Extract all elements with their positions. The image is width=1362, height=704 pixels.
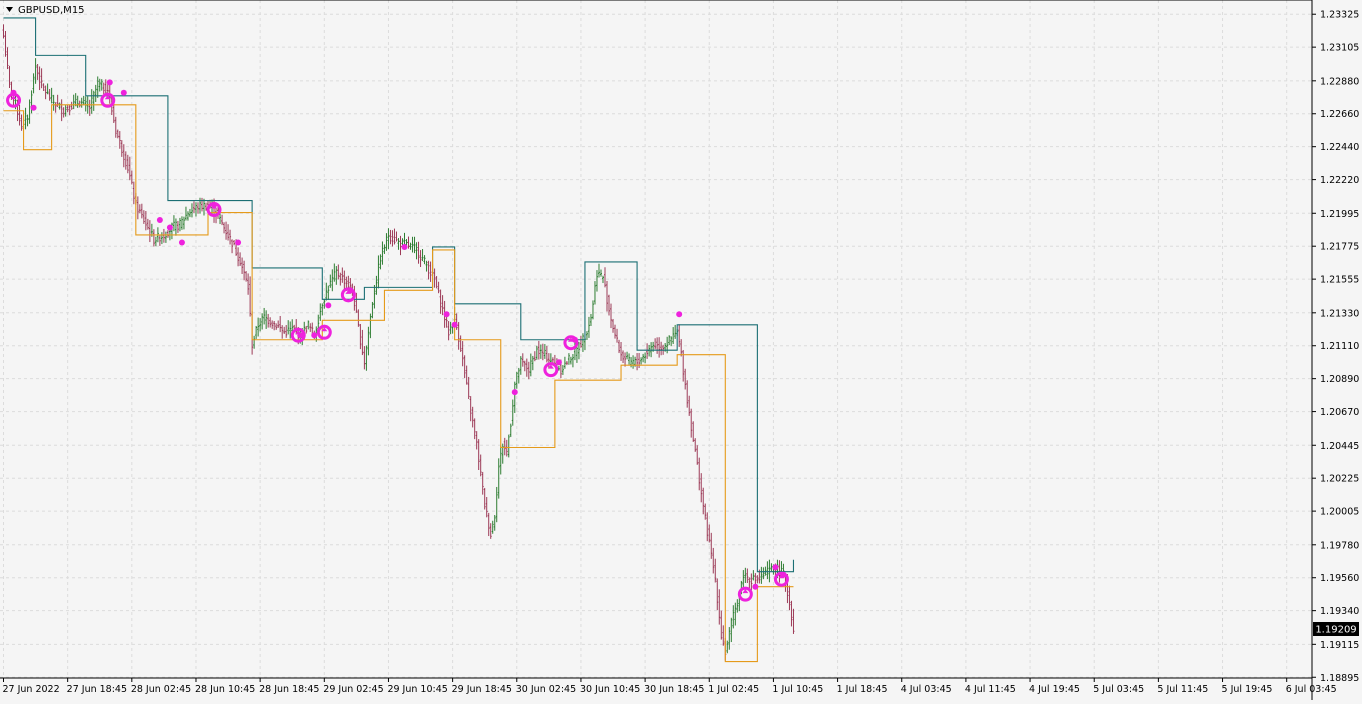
time-tick-label: 28 Jun 10:45 (195, 684, 255, 695)
time-tick-label: 1 Jul 10:45 (772, 684, 823, 695)
time-tick-label: 28 Jun 18:45 (259, 684, 319, 695)
time-tick-label: 29 Jun 02:45 (323, 684, 383, 695)
signal-dot (752, 583, 759, 590)
symbol-label: GBPUSD,M15 (18, 5, 85, 16)
time-tick-label: 5 Jul 11:45 (1157, 684, 1208, 695)
price-tick-label: 1.21110 (1320, 341, 1359, 352)
signal-dot (166, 224, 173, 231)
price-tick-label: 1.20005 (1320, 507, 1359, 518)
price-tick-label: 1.20445 (1320, 441, 1359, 452)
signal-dot (325, 302, 332, 309)
price-tick-label: 1.22880 (1320, 76, 1359, 87)
time-tick-label: 27 Jun 2022 (3, 684, 60, 695)
time-tick-label: 5 Jul 03:45 (1093, 684, 1144, 695)
price-tick-label: 1.22440 (1320, 142, 1359, 153)
signal-dot (178, 239, 185, 246)
price-tick-label: 1.21995 (1320, 209, 1359, 220)
time-tick-label: 28 Jun 02:45 (131, 684, 191, 695)
signal-dot (772, 564, 779, 571)
price-tick-label: 1.19560 (1320, 573, 1359, 584)
time-tick-label: 6 Jul 03:45 (1286, 684, 1337, 695)
price-tick-label: 1.22660 (1320, 109, 1359, 120)
signal-dot (120, 89, 127, 96)
time-tick-label: 30 Jun 18:45 (644, 684, 704, 695)
price-tick-label: 1.20890 (1320, 374, 1359, 385)
time-tick-label: 4 Jul 03:45 (901, 684, 952, 695)
chart-area[interactable]: 1.23325 1.23105 1.22880 1.22660 1.22440 1.222… (0, 0, 1362, 700)
price-tick-label: 1.20670 (1320, 407, 1359, 418)
time-tick-label: 29 Jun 18:45 (452, 684, 512, 695)
signal-dot (451, 321, 458, 328)
signal-dot (156, 217, 163, 224)
price-tick-label: 1.21330 (1320, 308, 1359, 319)
time-tick-label: 27 Jun 18:45 (67, 684, 127, 695)
price-axis: 1.23325 1.23105 1.22880 1.22660 1.22440 1.222… (1312, 10, 1359, 684)
price-tick-label: 1.23325 (1320, 10, 1359, 21)
signal-dot (235, 239, 242, 246)
time-tick-label: 1 Jul 18:45 (837, 684, 888, 695)
time-tick-label: 1 Jul 02:45 (708, 684, 759, 695)
current-price-label: 1.19209 (1313, 622, 1359, 636)
time-tick-label: 30 Jun 02:45 (516, 684, 576, 695)
price-chart[interactable]: 1.23325 1.23105 1.22880 1.22660 1.22440 1.222… (0, 0, 1362, 700)
time-tick-label: 29 Jun 10:45 (387, 684, 447, 695)
time-tick-label: 4 Jul 19:45 (1029, 684, 1080, 695)
time-tick-label: 30 Jun 10:45 (580, 684, 640, 695)
price-tick-label: 1.19780 (1320, 540, 1359, 551)
chart-title[interactable]: GBPUSD,M15 (6, 5, 85, 16)
price-tick-label: 1.21775 (1320, 242, 1359, 253)
price-tick-label: 1.18895 (1320, 673, 1359, 684)
price-tick-label: 1.20225 (1320, 474, 1359, 485)
price-tick-label: 1.19115 (1320, 640, 1359, 651)
time-tick-label: 5 Jul 19:45 (1222, 684, 1273, 695)
price-tick-label: 1.23105 (1320, 43, 1359, 54)
time-tick-label: 4 Jul 11:45 (965, 684, 1016, 695)
signal-dot (555, 359, 562, 366)
price-tick-label: 1.21555 (1320, 275, 1359, 286)
signal-dot (443, 311, 450, 318)
signal-dot (676, 311, 683, 318)
current-price-text: 1.19209 (1315, 625, 1356, 636)
signal-dot (30, 104, 37, 111)
signal-dot (401, 243, 408, 250)
signal-dot (511, 389, 518, 396)
signal-dot (311, 332, 318, 339)
signal-dot (106, 79, 113, 86)
price-tick-label: 1.22220 (1320, 175, 1359, 186)
price-tick-label: 1.19340 (1320, 606, 1359, 617)
